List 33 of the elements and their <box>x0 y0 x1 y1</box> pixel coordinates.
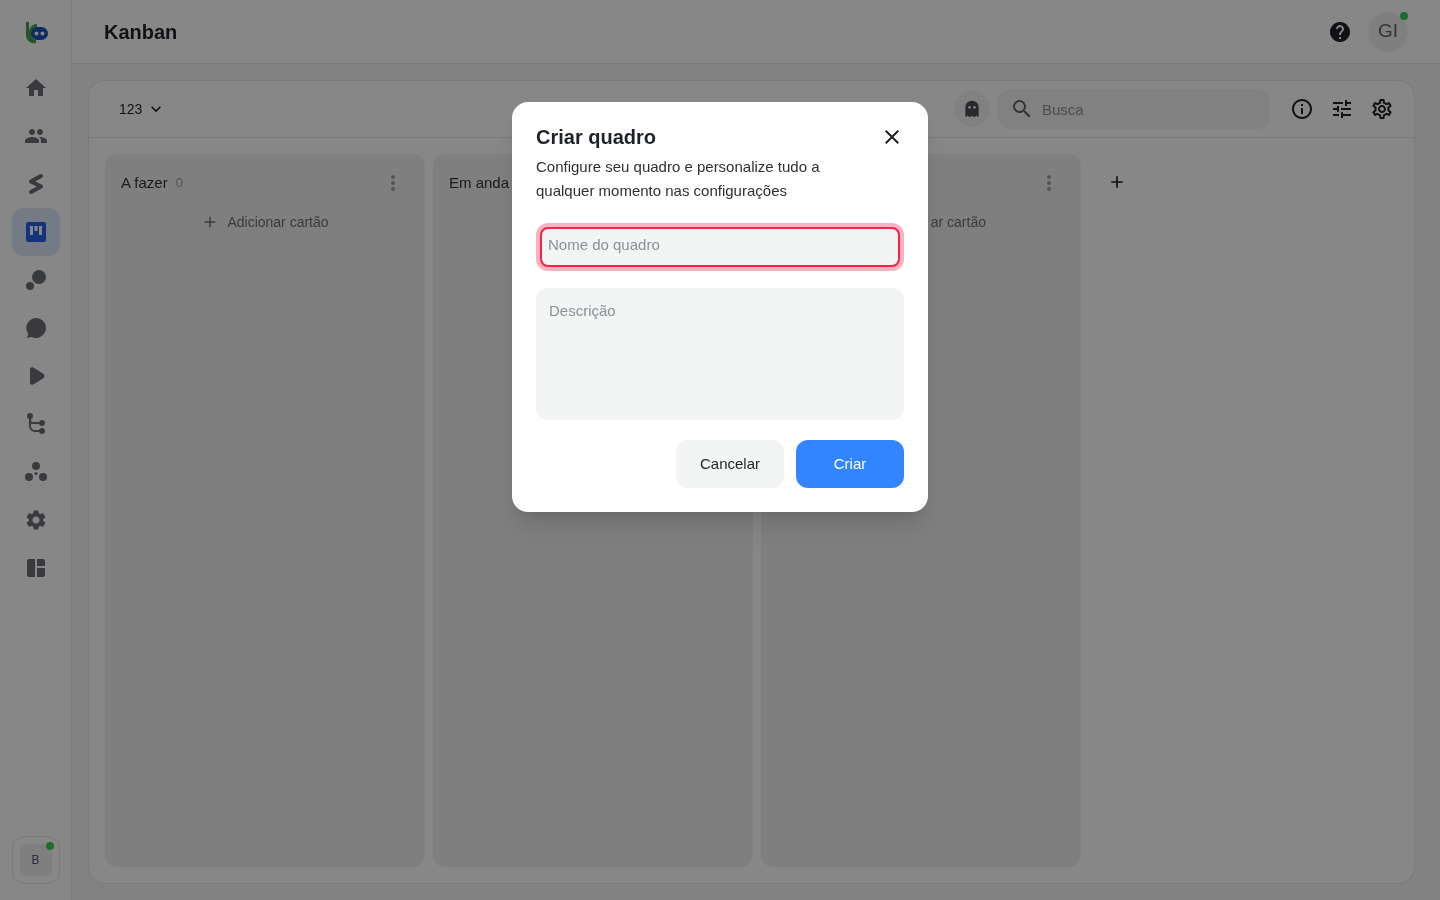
sidebar-item[interactable] <box>11 208 60 256</box>
settings-icon <box>1370 97 1394 121</box>
more-icon <box>1047 175 1051 191</box>
search-field[interactable]: Busca <box>998 89 1270 129</box>
column-title: Em anda <box>449 172 510 193</box>
add-card-button[interactable]: Adicionar cartão <box>201 208 329 236</box>
column-title: A fazer <box>121 172 168 193</box>
chat-icon <box>23 316 48 340</box>
board-name-field[interactable]: Nome do quadro <box>540 227 900 267</box>
create-button[interactable]: Criar <box>796 440 904 488</box>
description-field[interactable]: Descrição <box>536 288 904 420</box>
info-button[interactable] <box>1290 97 1314 121</box>
bubbles-icon <box>23 268 48 292</box>
ghost-icon <box>962 99 982 119</box>
account-initial: B <box>19 844 52 876</box>
dialog-title: Criar quadro <box>536 125 657 150</box>
page-title: Kanban <box>104 19 178 45</box>
board-selector[interactable]: 123 <box>119 98 167 120</box>
circles-icon <box>23 460 48 484</box>
settings-button[interactable] <box>1370 97 1394 121</box>
sliders-icon <box>1330 97 1354 121</box>
ghost-button[interactable] <box>954 91 990 127</box>
more-icon <box>391 175 395 191</box>
user-avatar[interactable]: GI <box>1368 11 1408 52</box>
kanban-icon <box>23 220 48 244</box>
info-icon <box>1290 97 1314 121</box>
account-button[interactable]: B <box>11 836 60 884</box>
dialog-description: Configure seu quadro e personalize tudo a qualquer momento nas configurações <box>536 157 821 201</box>
add-card-button[interactable]: ar cartão <box>930 208 986 236</box>
help-button[interactable] <box>1328 19 1352 44</box>
help-icon <box>1328 19 1352 44</box>
filter-button[interactable] <box>1330 97 1354 121</box>
cancel-button[interactable]: Cancelar <box>676 440 784 488</box>
